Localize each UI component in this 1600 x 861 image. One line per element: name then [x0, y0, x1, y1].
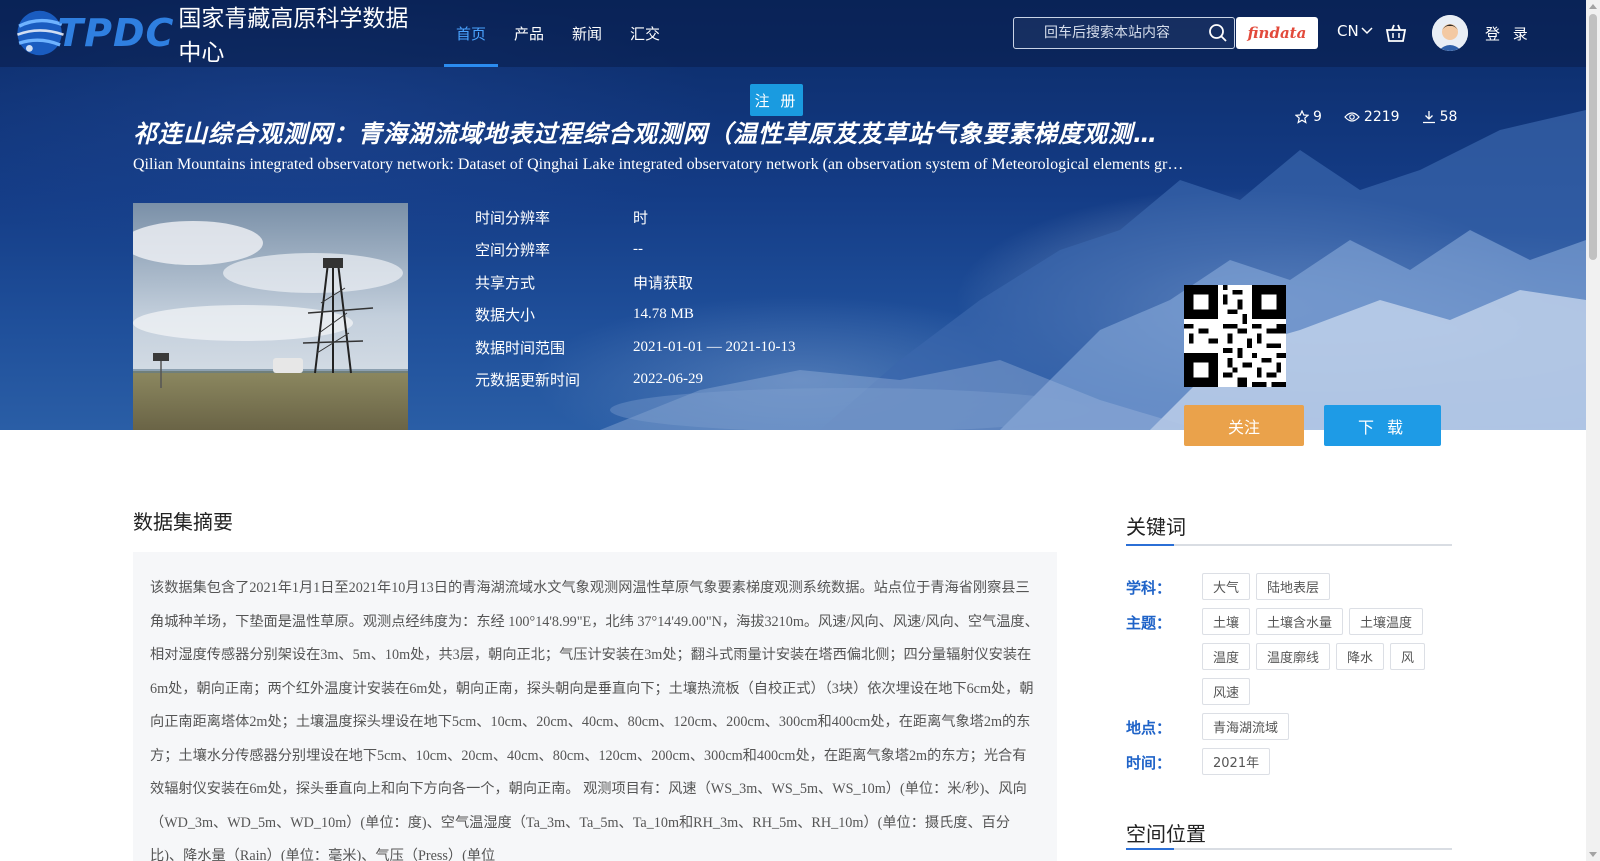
meta-label-data-size: 数据大小 — [475, 306, 536, 325]
star-icon — [1295, 110, 1309, 124]
meta-row: 数据时间范围 2021-01-01 — 2021-10-13 — [475, 331, 795, 364]
meta-row: 元数据更新时间 2022-06-29 — [475, 364, 795, 397]
meta-row: 数据大小 14.78 MB — [475, 299, 795, 332]
download-count: 58 — [1422, 109, 1458, 125]
keyword-tag[interactable]: 土壤 — [1202, 608, 1251, 635]
meta-label-metadata-updated: 元数据更新时间 — [475, 371, 581, 390]
logo-site-name: 国家青藏高原科学数据中心 — [178, 6, 409, 66]
dataset-photo — [133, 203, 408, 430]
keyword-tag[interactable]: 土壤温度 — [1349, 608, 1424, 635]
keyword-tags: 2021年 — [1202, 748, 1452, 783]
abstract-box: 该数据集包含了2021年1月1日至2021年10月13日的青海湖流域水文气象观测… — [133, 552, 1057, 861]
login-link[interactable]: 登 录 — [1485, 23, 1532, 44]
page-scrollbar[interactable] — [1586, 0, 1600, 861]
keyword-tag[interactable]: 陆地表层 — [1256, 573, 1331, 600]
follow-button[interactable]: 关注 — [1184, 405, 1304, 446]
abstract-heading: 数据集摘要 — [133, 510, 233, 534]
spatial-divider — [1126, 848, 1452, 850]
avatar-icon — [1432, 15, 1468, 51]
qr-code-icon — [1184, 285, 1286, 387]
keyword-tag[interactable]: 风速 — [1202, 678, 1251, 705]
meta-value-data-size: 14.78 MB — [633, 306, 694, 323]
download-icon — [1422, 111, 1435, 124]
search-icon[interactable] — [1208, 23, 1228, 43]
meta-row: 时间分辨率 时 — [475, 201, 795, 234]
dataset-stats: 9 2219 58 — [1295, 109, 1479, 125]
meta-value-sharing-mode: 申请获取 — [633, 275, 694, 292]
keyword-tags: 大气 陆地表层 — [1202, 573, 1452, 608]
keyword-label-theme: 主题： — [1126, 614, 1172, 632]
meta-label-spatial-resolution: 空间分辨率 — [475, 241, 551, 260]
spatial-location-heading: 空间位置 — [1126, 822, 1206, 846]
meta-label-time-range: 数据时间范围 — [475, 338, 566, 357]
nav-item-home[interactable]: 首页 — [442, 0, 500, 67]
meta-value-time-range: 2021-01-01 — 2021-10-13 — [633, 338, 796, 355]
dataset-title-en: Qilian Mountains integrated observatory … — [133, 156, 1188, 173]
nav-item-news[interactable]: 新闻 — [558, 0, 616, 67]
eye-icon — [1344, 112, 1360, 122]
keyword-group-time: 时间： 2021年 — [1126, 748, 1452, 783]
meta-value-temporal-resolution: 时 — [633, 210, 649, 227]
scroll-up-arrow-icon[interactable] — [1589, 4, 1597, 9]
meta-label-temporal-resolution: 时间分辨率 — [475, 208, 551, 227]
findata-button[interactable]: findata — [1236, 17, 1318, 49]
search-input[interactable] — [1014, 18, 1194, 48]
keyword-group-place: 地点： 青海湖流域 — [1126, 713, 1452, 748]
download-button[interactable]: 下 载 — [1324, 405, 1441, 446]
meta-value-spatial-resolution: -- — [633, 241, 643, 258]
keyword-tag[interactable]: 温度 — [1202, 643, 1251, 670]
nav-item-products[interactable]: 产品 — [500, 0, 558, 67]
keywords-divider — [1126, 544, 1452, 546]
dataset-meta-table: 时间分辨率 时 空间分辨率 -- 共享方式 申请获取 数据大小 14.78 MB… — [475, 201, 795, 396]
main-nav: 首页 产品 新闻 汇交 — [442, 0, 674, 67]
register-button[interactable]: 注 册 — [750, 84, 803, 116]
keyword-tags: 土壤 土壤含水量 土壤温度 温度 温度廓线 降水 风 风速 — [1202, 608, 1452, 713]
keyword-tags: 青海湖流域 — [1202, 713, 1452, 748]
keyword-label-place: 地点： — [1126, 719, 1172, 737]
keywords-heading: 关键词 — [1126, 515, 1186, 539]
star-count[interactable]: 9 — [1295, 109, 1322, 125]
dataset-title-cn: 祁连山综合观测网：青海湖流域地表过程综合观测网（温性草原芨芨草站气象要素梯度观测… — [133, 120, 1163, 148]
download-count-value: 58 — [1439, 109, 1458, 125]
keyword-tag[interactable]: 土壤含水量 — [1256, 608, 1344, 635]
observation-tower-photo — [133, 203, 408, 430]
meta-row: 空间分辨率 -- — [475, 234, 795, 267]
search-box — [1013, 17, 1235, 49]
view-count-value: 2219 — [1363, 109, 1400, 125]
keyword-group-subject: 学科： 大气 陆地表层 — [1126, 573, 1452, 608]
keyword-tag[interactable]: 风 — [1390, 643, 1426, 670]
keyword-tag[interactable]: 温度廓线 — [1256, 643, 1331, 670]
view-count: 2219 — [1344, 109, 1400, 125]
scrollbar-thumb[interactable] — [1589, 14, 1597, 260]
keyword-label-subject: 学科： — [1126, 579, 1172, 597]
keyword-label-time: 时间： — [1126, 754, 1172, 772]
abstract-text: 该数据集包含了2021年1月1日至2021年10月13日的青海湖流域水文气象观测… — [150, 580, 1039, 861]
language-switch[interactable]: CN — [1337, 22, 1373, 40]
meta-value-metadata-updated: 2022-06-29 — [633, 371, 703, 388]
keyword-tag[interactable]: 青海湖流域 — [1202, 713, 1290, 740]
chevron-down-icon — [1361, 27, 1373, 35]
keyword-group-theme: 主题： 土壤 土壤含水量 土壤温度 温度 温度廓线 降水 风 风速 — [1126, 608, 1452, 713]
nav-item-submit[interactable]: 汇交 — [616, 0, 674, 67]
meta-row: 共享方式 申请获取 — [475, 266, 795, 299]
keyword-tag[interactable]: 降水 — [1336, 643, 1385, 670]
keyword-tag[interactable]: 2021年 — [1202, 748, 1271, 775]
meta-label-sharing-mode: 共享方式 — [475, 273, 536, 292]
scroll-down-arrow-icon[interactable] — [1589, 852, 1597, 857]
language-label: CN — [1337, 22, 1359, 40]
keyword-tag[interactable]: 大气 — [1202, 573, 1251, 600]
user-avatar[interactable] — [1432, 15, 1468, 51]
logo-abbreviation: TPDC — [57, 11, 175, 55]
site-logo[interactable]: TPDC 国家青藏高原科学数据中心 — [14, 3, 414, 66]
shopping-basket-icon[interactable] — [1385, 22, 1407, 44]
star-count-value: 9 — [1313, 109, 1322, 125]
